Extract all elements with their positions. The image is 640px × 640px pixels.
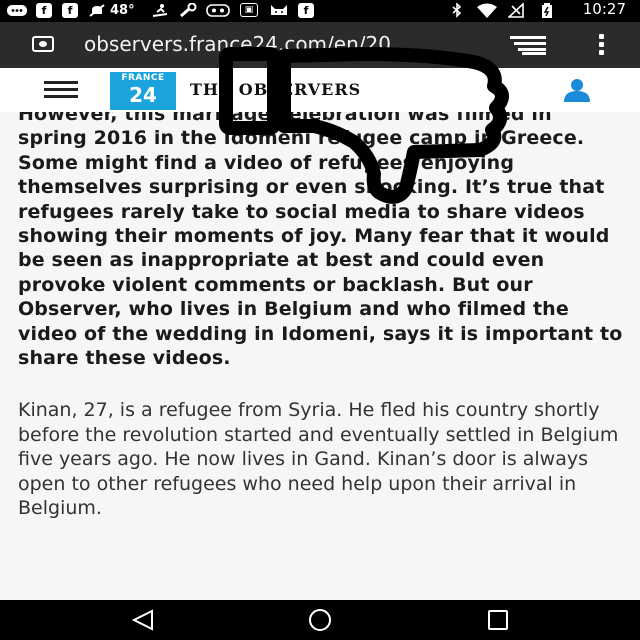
france24-logo[interactable]: FRANCE 24 [110, 72, 176, 110]
site-header: FRANCE 24 THE OBSERVERS [0, 68, 640, 112]
article-paragraph: Kinan, 27, is a refugee from Syria. He f… [18, 399, 619, 520]
status-bar: f f 48° ▣ f 10:27 [0, 0, 640, 22]
overflow-menu-icon[interactable] [599, 34, 605, 56]
article-body: However, this marriage celebration was f… [18, 112, 626, 600]
battery-icon [540, 3, 554, 18]
logo-number-text: 24 [129, 83, 157, 107]
url-field[interactable]: observers.france24.com/en/20 [84, 32, 480, 56]
wifi-icon [476, 3, 498, 18]
home-icon[interactable] [300, 606, 340, 634]
no-signal-icon [506, 2, 524, 18]
skier-icon [150, 3, 170, 18]
bluetooth-icon [450, 2, 464, 18]
article-paragraph-bold: However, this marriage celebration was f… [18, 112, 623, 370]
tabs-icon[interactable] [510, 34, 546, 56]
facebook-icon: f [36, 3, 52, 18]
android-nav-bar [0, 600, 640, 640]
temperature-text: 48° [110, 3, 135, 18]
clock-time: 10:27 [582, 0, 626, 18]
wrench-icon [178, 2, 198, 18]
recents-icon[interactable] [478, 606, 518, 634]
hamburger-menu-icon[interactable] [44, 81, 78, 99]
game-icon [206, 3, 230, 18]
messages-icon [6, 3, 28, 18]
back-icon[interactable] [124, 606, 164, 634]
site-brand-title[interactable]: THE OBSERVERS [190, 80, 361, 99]
user-account-icon[interactable] [560, 78, 594, 102]
facebook-icon: f [298, 3, 314, 18]
browser-url-bar: observers.france24.com/en/20 [0, 22, 640, 68]
cat-icon [268, 3, 290, 18]
photo-icon: ▣ [240, 3, 258, 17]
facebook-icon: f [62, 3, 78, 18]
site-info-icon[interactable] [32, 36, 54, 52]
no-bell-icon [88, 3, 106, 18]
